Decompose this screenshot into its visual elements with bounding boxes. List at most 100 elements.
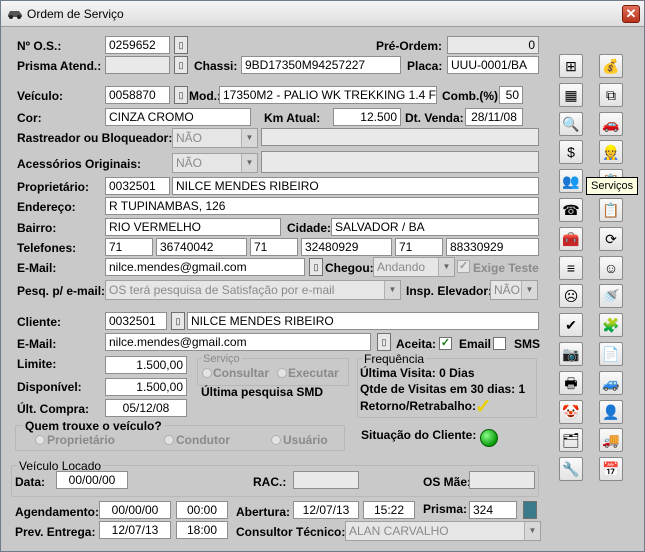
acessorios-detail-field[interactable] bbox=[261, 151, 539, 173]
exige-teste-checkbox[interactable]: ✓ bbox=[457, 260, 470, 273]
disponivel-field[interactable]: 1.500,00 bbox=[105, 378, 187, 396]
tel1-field[interactable]: 36740042 bbox=[156, 238, 247, 256]
km-atual-field[interactable]: 12.500 bbox=[333, 108, 401, 126]
clipboard-button[interactable]: 📋 bbox=[599, 198, 623, 222]
dollar-button[interactable]: $ bbox=[559, 140, 583, 165]
usuario-radio-label: Usuário bbox=[283, 433, 328, 447]
list-button[interactable]: ≡ bbox=[559, 255, 583, 280]
chassi-field[interactable]: 9BD17350M94257227 bbox=[241, 56, 401, 74]
endereco-field[interactable]: R TUPINAMBAS, 126 bbox=[105, 197, 539, 215]
ddd3-field[interactable]: 71 bbox=[395, 238, 443, 256]
agendamento-time-field[interactable]: 00:00 bbox=[176, 501, 228, 519]
veiculo-code-field[interactable]: 0058870 bbox=[105, 86, 170, 104]
tools-button[interactable]: 🔧 bbox=[559, 457, 583, 482]
locado-data-field[interactable]: 00/00/00 bbox=[56, 471, 128, 489]
executar-radio[interactable] bbox=[277, 368, 287, 378]
tree-button[interactable]: ⊞ bbox=[559, 54, 583, 78]
cliente-name-field[interactable]: NILCE MENDES RIBEIRO bbox=[187, 312, 539, 330]
abertura-time-field[interactable]: 15:22 bbox=[363, 501, 415, 519]
email-lookup-button[interactable]: ▯ bbox=[309, 258, 323, 276]
servico-group-title: Serviço bbox=[201, 353, 242, 365]
acessorios-select[interactable]: NÃO ▼ bbox=[172, 153, 258, 173]
bairro-field[interactable]: RIO VERMELHO bbox=[105, 218, 281, 236]
smiley-sad-button[interactable]: ☹ bbox=[559, 284, 583, 309]
chevron-down-icon: ▼ bbox=[521, 281, 537, 299]
pre-ordem-field[interactable]: 0 bbox=[447, 36, 539, 54]
tel2-field[interactable]: 32480929 bbox=[301, 238, 392, 256]
toolbox-button[interactable]: 🧰 bbox=[559, 226, 583, 251]
tel3-field[interactable]: 88330929 bbox=[446, 238, 539, 256]
mod-field[interactable]: 17350M2 - PALIO WK TREKKING 1.4 FI bbox=[219, 86, 437, 104]
mechanic-button[interactable]: 👷 bbox=[599, 140, 623, 165]
people-button[interactable]: 👥 bbox=[559, 169, 583, 194]
condutor-radio[interactable] bbox=[164, 435, 174, 445]
cliente-email-field[interactable]: nilce.mendes@gmail.com bbox=[105, 333, 371, 351]
rastreador-detail-field[interactable] bbox=[261, 128, 539, 146]
check-pencil-button[interactable]: ✔ bbox=[559, 313, 583, 338]
placa-field[interactable]: UUU-0001/BA bbox=[447, 56, 539, 74]
rac-field[interactable] bbox=[293, 471, 359, 489]
rastreador-select[interactable]: NÃO ▼ bbox=[172, 128, 258, 148]
prev-entrega-time-field[interactable]: 18:00 bbox=[176, 521, 228, 539]
ult-compra-field[interactable]: 05/12/08 bbox=[105, 399, 187, 417]
prisma-lookup-button[interactable]: ▯ bbox=[174, 56, 188, 74]
smiley-happy-button[interactable]: ☺ bbox=[599, 255, 623, 280]
phone-button[interactable]: ☎ bbox=[559, 198, 583, 222]
prisma-color-button[interactable] bbox=[523, 501, 537, 519]
veiculo-lookup-button[interactable]: ▯ bbox=[174, 86, 188, 104]
aceita-email-checkbox[interactable]: ✓ bbox=[439, 337, 452, 350]
aceita-label: Aceita: bbox=[396, 337, 437, 351]
consultar-radio[interactable] bbox=[202, 368, 212, 378]
refresh-button[interactable]: ⟳ bbox=[599, 226, 623, 251]
proprietario-radio[interactable] bbox=[35, 435, 45, 445]
prev-entrega-date-field[interactable]: 12/07/13 bbox=[99, 521, 171, 539]
proprietario-name-field[interactable]: NILCE MENDES RIBEIRO bbox=[172, 177, 539, 195]
os-mae-label: OS Mãe: bbox=[423, 475, 472, 489]
usuario-radio[interactable] bbox=[271, 435, 281, 445]
cliente-code-field[interactable]: 0032501 bbox=[105, 312, 167, 330]
prisma-field[interactable]: 324 bbox=[469, 501, 517, 519]
ddd2-field[interactable]: 71 bbox=[250, 238, 298, 256]
printer-button[interactable]: 🖶 bbox=[559, 370, 583, 395]
money-bag-button[interactable]: 💰 bbox=[599, 54, 623, 78]
camera-button[interactable]: 📷 bbox=[559, 342, 583, 366]
car-front-icon: 🚙 bbox=[602, 374, 620, 391]
parts-button[interactable]: 🧩 bbox=[599, 313, 623, 338]
user-button[interactable]: 👤 bbox=[599, 399, 623, 424]
os-lookup-button[interactable]: ▯ bbox=[174, 36, 188, 54]
insp-elevador-select[interactable]: NÃO ▼ bbox=[490, 280, 538, 300]
clown-button[interactable]: 🤡 bbox=[559, 399, 583, 424]
limite-field[interactable]: 1.500,00 bbox=[105, 356, 187, 374]
consultor-select[interactable]: ALAN CARVALHO ▼ bbox=[345, 521, 541, 541]
document-search-button[interactable]: 🔍 bbox=[559, 111, 583, 136]
ultima-visita-label: Última Visita: 0 Dias bbox=[360, 366, 475, 380]
proprietario-code-field[interactable]: 0032501 bbox=[105, 177, 170, 195]
pesq-email-select[interactable]: OS terá pesquisa de Satisfação por e-mai… bbox=[105, 280, 401, 300]
dt-venda-field[interactable]: 28/11/08 bbox=[465, 108, 523, 126]
chassi-label: Chassi: bbox=[194, 59, 238, 73]
table-button[interactable]: ▦ bbox=[559, 82, 583, 107]
car-front-button[interactable]: 🚙 bbox=[599, 370, 623, 395]
cidade-field[interactable]: SALVADOR / BA bbox=[331, 218, 539, 236]
os-mae-field[interactable] bbox=[469, 471, 535, 489]
chegou-select[interactable]: Andando ▼ bbox=[373, 257, 455, 277]
cliente-email-lookup-button[interactable]: ▯ bbox=[377, 333, 391, 351]
car-button[interactable]: 🚗 bbox=[599, 111, 623, 136]
copy-button[interactable]: ⧉ bbox=[599, 82, 623, 107]
ddd1-field[interactable]: 71 bbox=[105, 238, 153, 256]
cliente-lookup-button[interactable]: ▯ bbox=[171, 312, 185, 330]
car-wash-button[interactable]: 🚿 bbox=[599, 284, 623, 309]
email-field[interactable]: nilce.mendes@gmail.com bbox=[105, 258, 305, 276]
os-number-field[interactable]: 0259652 bbox=[105, 36, 170, 54]
calendar-button[interactable]: 📅 bbox=[599, 457, 623, 482]
close-button[interactable]: ✕ bbox=[622, 5, 640, 23]
truck-button[interactable]: 🚚 bbox=[599, 428, 623, 453]
comb-field[interactable]: 50 bbox=[499, 86, 523, 104]
cor-field[interactable]: CINZA CROMO bbox=[105, 108, 251, 126]
aceita-sms-checkbox[interactable] bbox=[493, 337, 506, 350]
agendamento-date-field[interactable]: 00/00/00 bbox=[99, 501, 171, 519]
notes-button[interactable]: 📄 bbox=[599, 342, 623, 366]
prisma-atend-field[interactable] bbox=[105, 56, 170, 74]
documents-button[interactable]: 🗂 bbox=[559, 428, 583, 453]
abertura-date-field[interactable]: 12/07/13 bbox=[293, 501, 359, 519]
